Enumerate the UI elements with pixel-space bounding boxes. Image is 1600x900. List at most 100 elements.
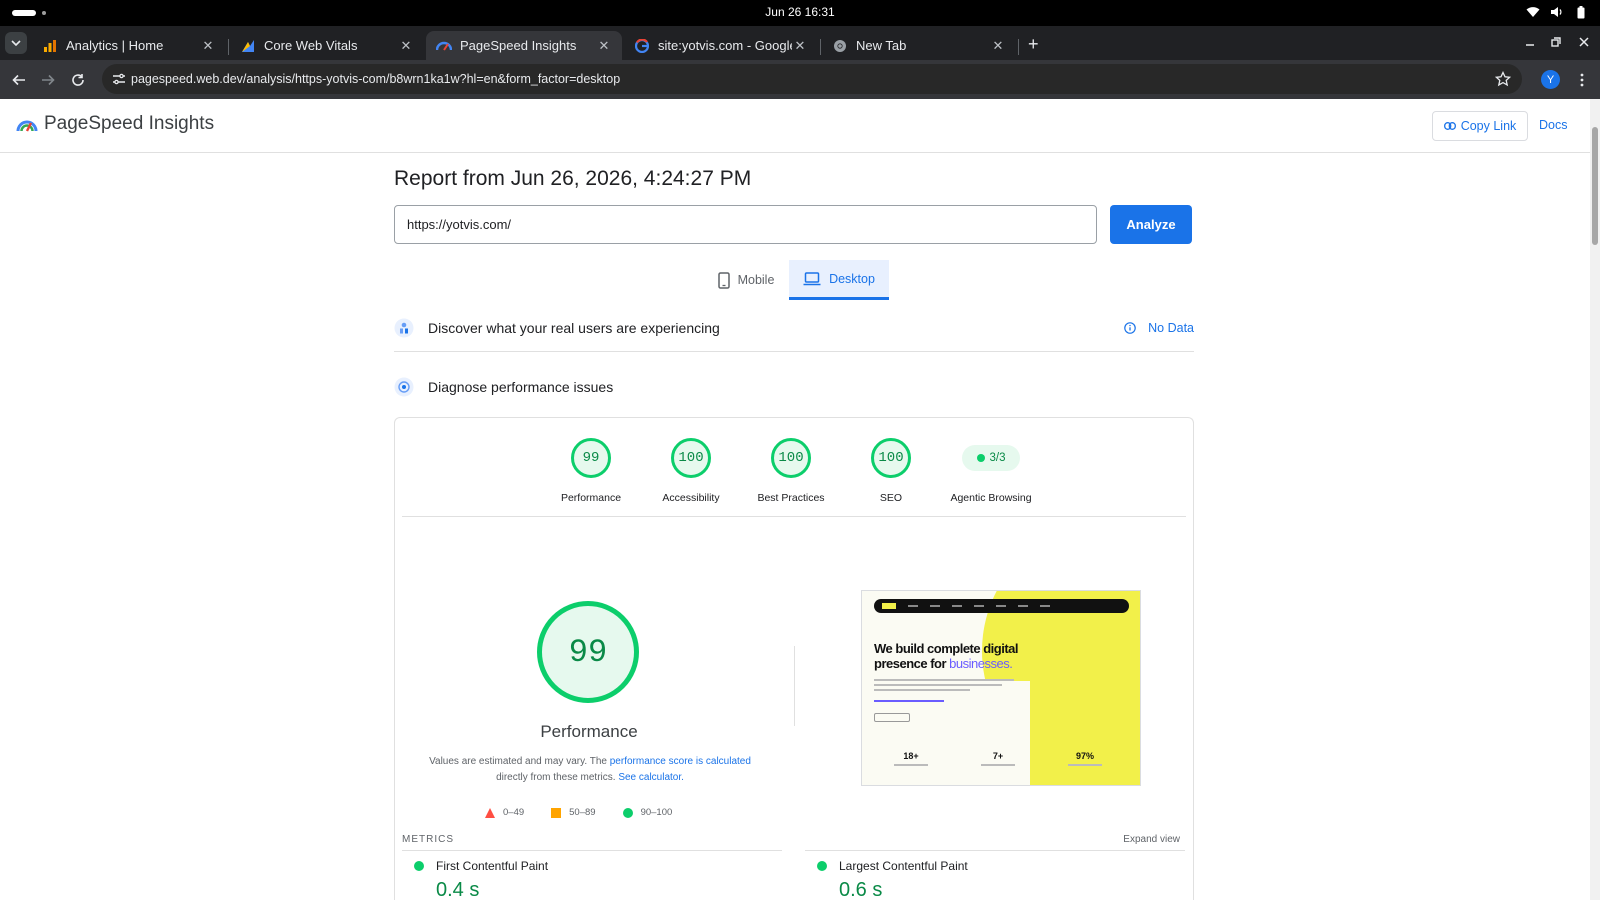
triangle-icon bbox=[485, 807, 495, 818]
docs-link[interactable]: Docs bbox=[1539, 118, 1567, 132]
tab-analytics[interactable]: Analytics | Home ✕ bbox=[32, 31, 226, 60]
info-icon bbox=[1124, 322, 1136, 334]
arrow-right-icon bbox=[42, 74, 55, 86]
no-data-label: No Data bbox=[1148, 321, 1194, 335]
tab-desktop-label: Desktop bbox=[829, 271, 875, 286]
new-tab-button[interactable]: + bbox=[1028, 35, 1039, 53]
performance-title: Performance bbox=[540, 722, 638, 741]
legend-poor: 0–49 bbox=[485, 807, 524, 818]
agentic-score-value: 3/3 bbox=[989, 452, 1006, 464]
window-close-icon[interactable] bbox=[1578, 35, 1590, 51]
tab-new-tab[interactable]: New Tab ✕ bbox=[822, 31, 1016, 60]
metric-name-label: Largest Contentful Paint bbox=[839, 859, 968, 873]
tab-title: site:yotvis.com - Google bbox=[658, 38, 792, 53]
close-icon[interactable]: ✕ bbox=[398, 38, 414, 54]
tab-pagespeed-insights[interactable]: PageSpeed Insights ✕ bbox=[426, 31, 622, 60]
score-label: Accessibility bbox=[662, 492, 720, 504]
restore-icon[interactable] bbox=[1550, 35, 1562, 51]
browser-menu-icon[interactable] bbox=[1574, 70, 1590, 90]
close-icon[interactable]: ✕ bbox=[792, 38, 808, 54]
score-value: 100 bbox=[871, 438, 911, 478]
tab-desktop[interactable]: Desktop bbox=[789, 260, 889, 300]
close-icon[interactable]: ✕ bbox=[596, 38, 612, 54]
reload-button[interactable] bbox=[68, 70, 88, 90]
minimize-icon[interactable] bbox=[1524, 35, 1536, 51]
browser-toolbar: pagespeed.web.dev/analysis/https-yotvis-… bbox=[0, 60, 1600, 99]
page-scrollbar[interactable] bbox=[1590, 99, 1600, 900]
tab-mobile-label: Mobile bbox=[737, 273, 775, 287]
headline-highlight: businesses. bbox=[949, 656, 1013, 671]
address-bar[interactable]: pagespeed.web.dev/analysis/https-yotvis-… bbox=[102, 64, 1522, 94]
diagnose-section: Diagnose performance issues bbox=[394, 369, 1194, 405]
psi-brand[interactable]: PageSpeed Insights bbox=[16, 113, 214, 135]
see-calculator-link[interactable]: See calculator. bbox=[618, 772, 684, 783]
address-url[interactable]: pagespeed.web.dev/analysis/https-yotvis-… bbox=[131, 72, 620, 86]
battery-icon bbox=[1574, 5, 1588, 19]
score-legend: 0–49 50–89 90–100 bbox=[485, 807, 699, 818]
url-input[interactable] bbox=[394, 205, 1097, 244]
score-label: Agentic Browsing bbox=[950, 492, 1032, 504]
lighthouse-report-card: 99 Performance 100 Accessibility 100 Bes… bbox=[394, 417, 1194, 900]
screenshot-link bbox=[874, 700, 944, 702]
metrics-heading: METRICS bbox=[402, 834, 454, 845]
system-tray[interactable] bbox=[1526, 5, 1588, 19]
expand-view-toggle[interactable]: Expand view bbox=[1123, 834, 1180, 845]
score-gauge-performance[interactable]: 99 Performance bbox=[543, 438, 639, 504]
google-icon bbox=[634, 38, 650, 54]
metric-lcp: Largest Contentful Paint 0.6 s bbox=[805, 850, 1185, 900]
discover-title: Discover what your real users are experi… bbox=[428, 319, 720, 336]
search-console-icon bbox=[240, 38, 256, 54]
score-label: Performance bbox=[560, 492, 622, 504]
reload-icon bbox=[72, 74, 84, 86]
tab-search-button[interactable] bbox=[5, 32, 27, 54]
report-title: Report from Jun 26, 2026, 4:24:27 PM bbox=[394, 167, 752, 190]
tab-separator bbox=[820, 39, 821, 55]
arrow-left-icon bbox=[12, 74, 25, 86]
divider bbox=[794, 646, 795, 726]
copy-link-label: Copy Link bbox=[1460, 119, 1517, 133]
metric-name: Largest Contentful Paint bbox=[817, 859, 1185, 873]
diagnose-title: Diagnose performance issues bbox=[428, 379, 614, 395]
tab-google-search[interactable]: site:yotvis.com - Google ✕ bbox=[624, 31, 818, 60]
score-value: 100 bbox=[671, 438, 711, 478]
screenshot-navbar bbox=[874, 599, 1129, 613]
chevron-down-icon bbox=[11, 40, 21, 46]
forward-button[interactable] bbox=[38, 70, 58, 90]
link-icon bbox=[1443, 122, 1456, 130]
performance-score-link[interactable]: performance score is calculated bbox=[610, 756, 751, 767]
back-button[interactable] bbox=[9, 70, 29, 90]
site-info-icon[interactable] bbox=[111, 71, 127, 87]
users-crux-icon bbox=[394, 318, 414, 337]
no-data-badge[interactable]: No Data bbox=[1124, 321, 1194, 335]
discover-section[interactable]: Discover what your real users are experi… bbox=[394, 310, 1194, 352]
profile-avatar[interactable]: Y bbox=[1541, 70, 1560, 89]
performance-big-gauge: 99 bbox=[537, 601, 639, 703]
tab-separator bbox=[1018, 39, 1019, 55]
tab-core-web-vitals[interactable]: Core Web Vitals ✕ bbox=[230, 31, 424, 60]
score-gauge-seo[interactable]: 100 SEO bbox=[843, 438, 939, 504]
score-label: Best Practices bbox=[757, 492, 825, 504]
scrollbar-thumb[interactable] bbox=[1592, 127, 1598, 245]
circle-icon bbox=[622, 807, 633, 818]
analyze-button[interactable]: Analyze bbox=[1110, 205, 1192, 244]
performance-note: Values are estimated and may vary. The p… bbox=[415, 754, 765, 786]
score-gauge-best-practices[interactable]: 100 Best Practices bbox=[743, 438, 839, 504]
legend-average-label: 50–89 bbox=[569, 807, 596, 818]
close-icon[interactable]: ✕ bbox=[990, 38, 1006, 54]
metric-value: 0.6 s bbox=[839, 879, 883, 900]
os-clock: Jun 26 16:31 bbox=[765, 5, 835, 19]
score-gauge-agentic-browsing[interactable]: 3/3 Agentic Browsing bbox=[935, 438, 1047, 504]
note-text-2: directly from these metrics. bbox=[496, 772, 616, 783]
copy-link-button[interactable]: Copy Link bbox=[1432, 111, 1528, 141]
final-screenshot[interactable]: We build complete digital presence for b… bbox=[861, 590, 1141, 786]
legend-good: 90–100 bbox=[622, 807, 672, 818]
bookmark-star-icon[interactable] bbox=[1494, 70, 1512, 88]
pass-dot-icon bbox=[976, 454, 985, 462]
lighthouse-diagnose-icon bbox=[394, 377, 414, 397]
score-gauge-accessibility[interactable]: 100 Accessibility bbox=[643, 438, 739, 504]
score-value: 100 bbox=[771, 438, 811, 478]
close-icon[interactable]: ✕ bbox=[200, 38, 216, 54]
laptop-icon bbox=[803, 271, 821, 285]
tab-mobile[interactable]: Mobile bbox=[706, 260, 786, 300]
screenshot-cream-area bbox=[862, 681, 1030, 785]
